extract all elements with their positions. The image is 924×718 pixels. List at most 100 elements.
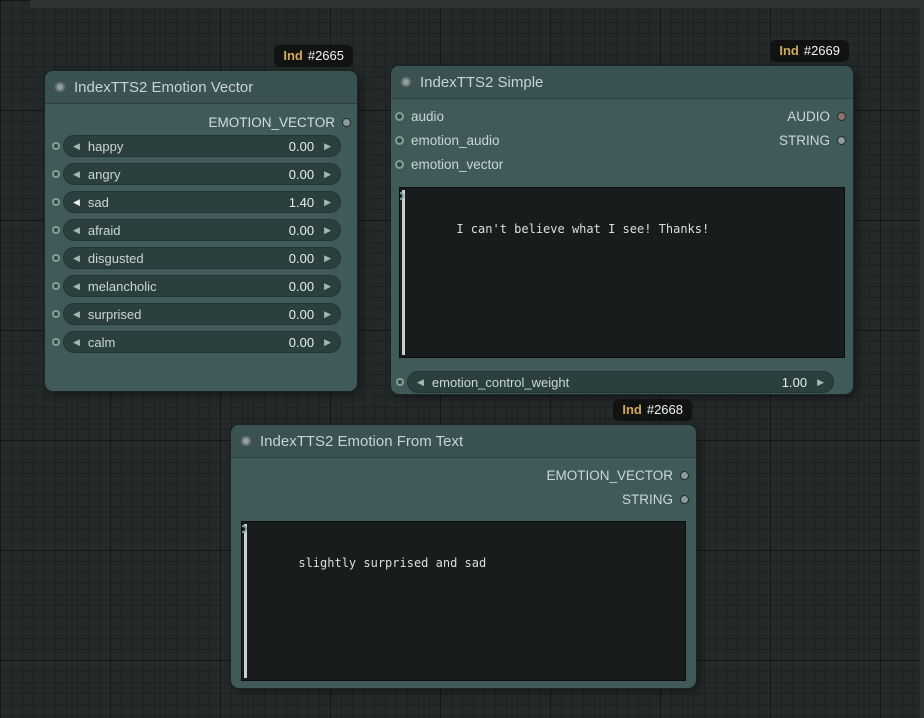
- slider-label: disgusted: [88, 251, 289, 266]
- decrement-arrow-icon[interactable]: ◀: [73, 198, 80, 207]
- input-port-angry[interactable]: [52, 170, 60, 178]
- slider-surprised[interactable]: ◀ surprised 0.00 ▶: [63, 303, 341, 325]
- slider-calm[interactable]: ◀ calm 0.00 ▶: [63, 331, 341, 353]
- input-port-audio[interactable]: [395, 112, 404, 121]
- input-port-calm[interactable]: [52, 338, 60, 346]
- output-label: EMOTION_VECTOR: [546, 468, 673, 483]
- badge-node-id: #2668: [647, 402, 683, 417]
- text-input-widget[interactable]: slightly surprised and sad: [241, 521, 686, 681]
- slider-label: afraid: [88, 223, 289, 238]
- node-id-badge: Ind #2665: [274, 45, 353, 67]
- text-input-widget[interactable]: I can't believe what I see! Thanks!: [399, 187, 845, 358]
- output-port-string[interactable]: [837, 136, 846, 145]
- output-port-audio[interactable]: [837, 112, 846, 121]
- input-port-sad[interactable]: [52, 198, 60, 206]
- slider-value: 1.00: [782, 375, 807, 390]
- slider-label: melancholic: [88, 279, 289, 294]
- decrement-arrow-icon[interactable]: ◀: [73, 338, 80, 347]
- input-port-melancholic[interactable]: [52, 282, 60, 290]
- io-row-emotion-audio: emotion_audio STRING: [391, 128, 853, 152]
- io-row-emotion-vector: emotion_vector: [391, 152, 853, 176]
- node-title: IndexTTS2 Simple: [420, 74, 543, 91]
- slider-label: happy: [88, 139, 289, 154]
- node-header[interactable]: IndexTTS2 Simple: [391, 66, 853, 99]
- node-graph-canvas[interactable]: Ind #2665 IndexTTS2 Emotion Vector EMOTI…: [0, 0, 924, 718]
- decrement-arrow-icon[interactable]: ◀: [73, 310, 80, 319]
- increment-arrow-icon[interactable]: ▶: [324, 310, 331, 319]
- node-indextts2-simple[interactable]: Ind #2669 IndexTTS2 Simple audio AUDIO: [390, 65, 854, 395]
- badge-source-icon: Ind: [622, 402, 642, 417]
- decrement-arrow-icon[interactable]: ◀: [73, 254, 80, 263]
- text-scrollbar[interactable]: [402, 190, 405, 355]
- input-port-emotion-audio[interactable]: [395, 136, 404, 145]
- slider-label: emotion_control_weight: [432, 375, 782, 390]
- increment-arrow-icon[interactable]: ▶: [817, 378, 824, 387]
- io-row-audio: audio AUDIO: [391, 104, 853, 128]
- slider-afraid[interactable]: ◀ afraid 0.00 ▶: [63, 219, 341, 241]
- slider-label: sad: [88, 195, 289, 210]
- input-port-emotion-vector[interactable]: [395, 160, 404, 169]
- output-port-emotion-vector[interactable]: [342, 118, 351, 127]
- badge-source-icon: Ind: [779, 43, 799, 58]
- badge-node-id: #2665: [308, 48, 344, 63]
- slider-emotion-control-weight[interactable]: ◀ emotion_control_weight 1.00 ▶: [407, 371, 834, 393]
- input-port-emotion-control-weight[interactable]: [396, 378, 404, 386]
- slider-widgets: ◀ happy 0.00 ▶ ◀ angry 0.00 ▶ ◀ sad 1.40…: [45, 135, 357, 353]
- node-header[interactable]: IndexTTS2 Emotion From Text: [231, 425, 696, 458]
- node-id-badge: Ind #2669: [770, 40, 849, 62]
- input-port-disgusted[interactable]: [52, 254, 60, 262]
- collapse-dot[interactable]: [401, 77, 411, 87]
- slider-value: 0.00: [289, 223, 314, 238]
- decrement-arrow-icon[interactable]: ◀: [417, 378, 424, 387]
- node-indextts2-emotion-from-text[interactable]: Ind #2668 IndexTTS2 Emotion From Text EM…: [230, 424, 697, 689]
- text-scrollbar[interactable]: [244, 524, 247, 678]
- increment-arrow-icon[interactable]: ▶: [324, 170, 331, 179]
- slider-value: 1.40: [289, 195, 314, 210]
- io-row-string-out: STRING: [231, 487, 696, 511]
- input-port-afraid[interactable]: [52, 226, 60, 234]
- increment-arrow-icon[interactable]: ▶: [324, 338, 331, 347]
- text-content: I can't believe what I see! Thanks!: [456, 222, 709, 236]
- slider-value: 0.00: [289, 251, 314, 266]
- io-rows: audio AUDIO emotion_audio STRING: [391, 104, 853, 176]
- node-title: IndexTTS2 Emotion From Text: [260, 433, 463, 450]
- increment-arrow-icon[interactable]: ▶: [324, 226, 331, 235]
- increment-arrow-icon[interactable]: ▶: [324, 142, 331, 151]
- output-label: EMOTION_VECTOR: [208, 115, 335, 130]
- node-title: IndexTTS2 Emotion Vector: [74, 79, 253, 96]
- decrement-arrow-icon[interactable]: ◀: [73, 282, 80, 291]
- input-label: emotion_audio: [411, 133, 500, 148]
- output-port-string[interactable]: [680, 495, 689, 504]
- slider-value: 0.00: [289, 335, 314, 350]
- input-port-happy[interactable]: [52, 142, 60, 150]
- decrement-arrow-icon[interactable]: ◀: [73, 142, 80, 151]
- canvas-right-edge: [920, 0, 924, 718]
- slider-sad[interactable]: ◀ sad 1.40 ▶: [63, 191, 341, 213]
- output-label: AUDIO: [787, 109, 830, 124]
- badge-source-icon: Ind: [283, 48, 303, 63]
- slider-value: 0.00: [289, 167, 314, 182]
- io-row-emotion-vector-out: EMOTION_VECTOR: [231, 463, 696, 487]
- slider-label: angry: [88, 167, 289, 182]
- slider-value: 0.00: [289, 279, 314, 294]
- slider-happy[interactable]: ◀ happy 0.00 ▶: [63, 135, 341, 157]
- slider-value: 0.00: [289, 139, 314, 154]
- collapse-dot[interactable]: [55, 82, 65, 92]
- slider-disgusted[interactable]: ◀ disgusted 0.00 ▶: [63, 247, 341, 269]
- slider-angry[interactable]: ◀ angry 0.00 ▶: [63, 163, 341, 185]
- increment-arrow-icon[interactable]: ▶: [324, 198, 331, 207]
- slider-widgets: ◀ emotion_control_weight 1.00 ▶: [391, 371, 853, 393]
- increment-arrow-icon[interactable]: ▶: [324, 282, 331, 291]
- decrement-arrow-icon[interactable]: ◀: [73, 170, 80, 179]
- collapse-dot[interactable]: [241, 436, 251, 446]
- output-port-emotion-vector[interactable]: [680, 471, 689, 480]
- slider-melancholic[interactable]: ◀ melancholic 0.00 ▶: [63, 275, 341, 297]
- node-indextts2-emotion-vector[interactable]: Ind #2665 IndexTTS2 Emotion Vector EMOTI…: [44, 70, 358, 392]
- increment-arrow-icon[interactable]: ▶: [324, 254, 331, 263]
- input-port-surprised[interactable]: [52, 310, 60, 318]
- input-label: audio: [411, 109, 444, 124]
- node-header[interactable]: IndexTTS2 Emotion Vector: [45, 71, 357, 104]
- decrement-arrow-icon[interactable]: ◀: [73, 226, 80, 235]
- output-label: STRING: [622, 492, 673, 507]
- badge-node-id: #2669: [804, 43, 840, 58]
